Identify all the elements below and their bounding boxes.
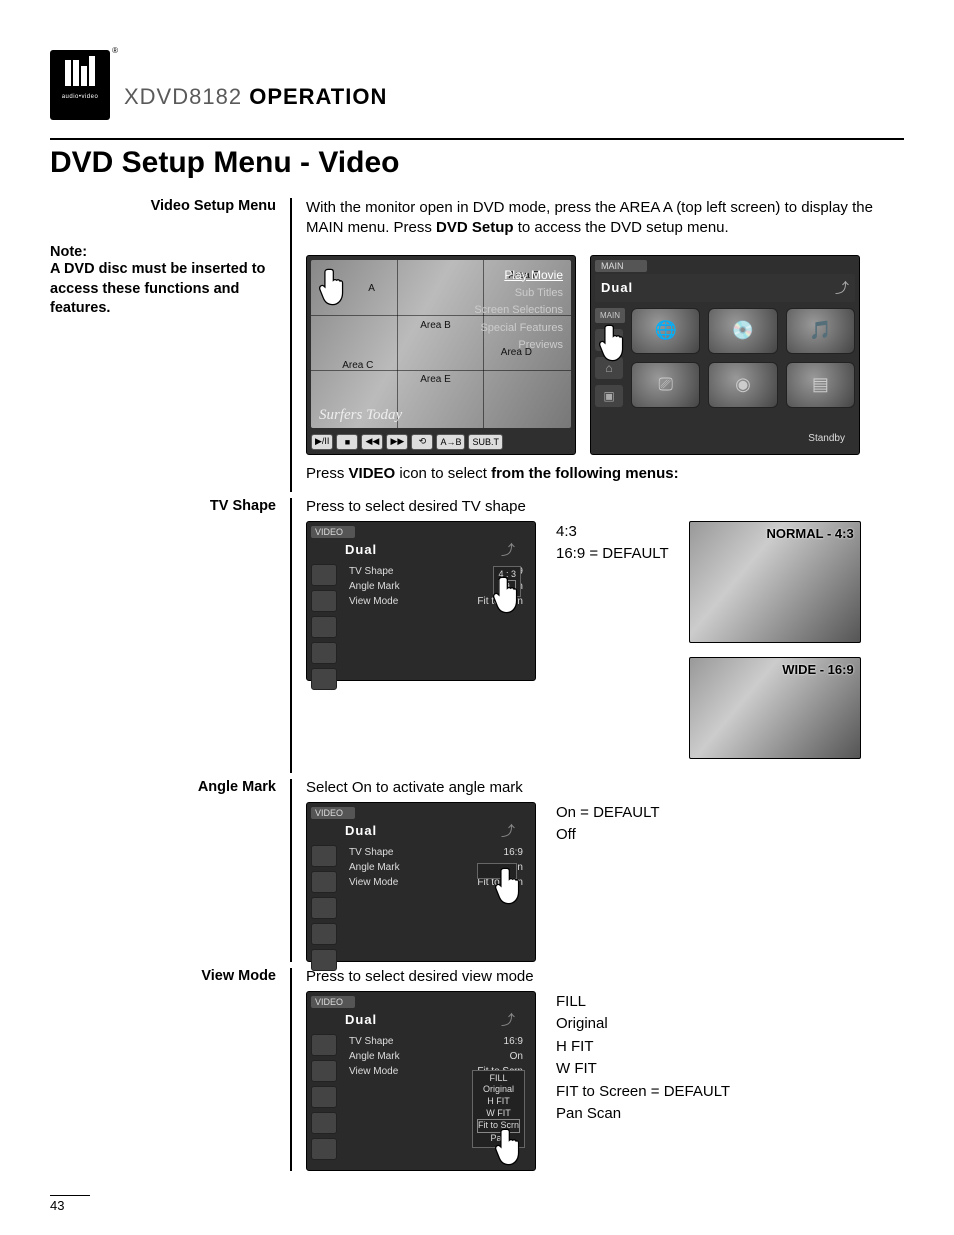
angle-mark-screenshot: VIDEO Dual⤴ TV Shape16:9 Angle MarkOn Vi…: [306, 802, 536, 962]
movie-title-overlay: Surfers Today: [319, 407, 402, 424]
logo-subtext: audio•video: [62, 94, 99, 100]
area-e-label: Area E: [420, 374, 451, 385]
side-main-tab: MAIN: [595, 308, 625, 323]
touch-hand-icon: [491, 574, 527, 616]
tv-shape-screenshot: VIDEO Dual⤴ TV Shape16:9 Angle MarkOn Vi…: [306, 521, 536, 681]
play-pause-button[interactable]: ▶/II: [311, 434, 333, 450]
standby-label: Standby: [808, 433, 845, 444]
source-icon[interactable]: 🎵: [786, 308, 855, 354]
view-mode-label: View Mode: [50, 968, 276, 984]
view-mode-screenshot: VIDEO Dual⤴ TV Shape16:9 Angle MarkOn Vi…: [306, 991, 536, 1171]
area-c-label: Area C: [342, 360, 373, 371]
intro-text: With the monitor open in DVD mode, press…: [306, 198, 904, 239]
header-title: XDVD8182 OPERATION: [124, 84, 387, 110]
source-icon[interactable]: ◉: [708, 362, 777, 408]
preview-wide: WIDE - 16:9: [689, 657, 861, 759]
source-icon[interactable]: 💿: [708, 308, 777, 354]
main-menu-screenshot: MAIN Dual ⤴ MAIN ☰ ⌂ ▣ 🌐: [590, 255, 860, 455]
touch-hand-icon: [493, 1126, 529, 1168]
page-title: DVD Setup Menu - Video: [50, 146, 904, 180]
dvd-play-screenshot: A Area B Area C Area D Area E Area F Pla…: [306, 255, 576, 455]
video-tab: VIDEO: [311, 526, 355, 538]
dvd-disc-menu: Play Movie Sub Titles Screen Selections …: [474, 266, 563, 356]
playback-buttons: ▶/II ■ ◀◀ ▶▶ ⟲ A→B SUB.T: [311, 434, 571, 450]
stop-button[interactable]: ■: [336, 434, 358, 450]
touch-hand-icon: [317, 266, 353, 308]
tv-shape-label: TV Shape: [50, 498, 276, 514]
view-mode-options: FILL Original H FIT W FIT FIT to Screen …: [556, 991, 730, 1126]
brand-text: Dual: [601, 280, 633, 295]
note-body: A DVD disc must be inserted to access th…: [50, 260, 276, 319]
page-header: ® audio•video XDVD8182 OPERATION: [50, 50, 904, 120]
subtitle-button[interactable]: SUB.T: [468, 434, 503, 450]
source-icon[interactable]: 🌐: [631, 308, 700, 354]
video-instruction: Press VIDEO icon to select from the foll…: [306, 465, 904, 482]
angle-mark-options: On = DEFAULT Off: [556, 802, 660, 847]
touch-hand-icon: [597, 322, 633, 364]
area-a-label: A: [368, 283, 375, 294]
side-icon: ▣: [595, 385, 623, 407]
area-b-label: Area B: [420, 320, 451, 331]
touch-hand-icon: [493, 865, 529, 907]
brand-text: Dual: [345, 542, 377, 557]
video-tab: VIDEO: [311, 996, 355, 1008]
brand-logo: ® audio•video: [50, 50, 110, 120]
tv-shape-options: 4:3 16:9 = DEFAULT: [556, 521, 669, 566]
angle-mark-instruction: Select On to activate angle mark: [306, 779, 904, 796]
note-heading: Note:: [50, 244, 276, 260]
preview-normal: NORMAL - 4:3: [689, 521, 861, 643]
page-number: 43: [50, 1195, 90, 1213]
ab-repeat-button[interactable]: A→B: [436, 434, 465, 450]
angle-mark-label: Angle Mark: [50, 779, 276, 795]
rewind-button[interactable]: ◀◀: [361, 434, 383, 450]
tv-shape-instruction: Press to select desired TV shape: [306, 498, 904, 515]
source-icon[interactable]: ▤: [786, 362, 855, 408]
repeat-button[interactable]: ⟲: [411, 434, 433, 450]
video-setup-label: Video Setup Menu: [50, 198, 276, 214]
video-tab: VIDEO: [311, 807, 355, 819]
forward-button[interactable]: ▶▶: [386, 434, 408, 450]
main-tab: MAIN: [595, 260, 647, 272]
source-icon[interactable]: ⎚: [631, 362, 700, 408]
